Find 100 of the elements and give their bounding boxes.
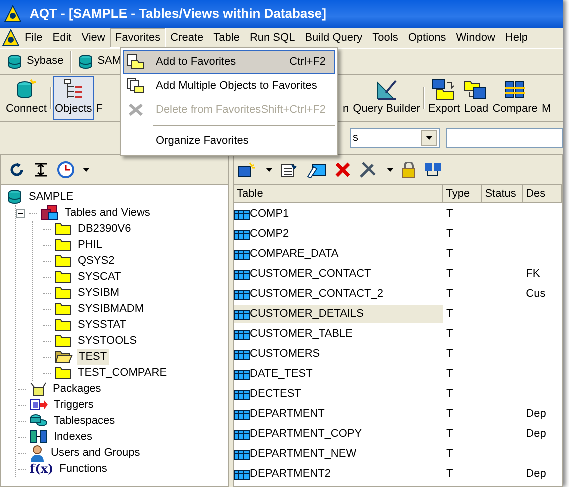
table-icon [234, 288, 250, 300]
table-name-cell[interactable]: CUSTOMER_CONTACT_2 [234, 285, 444, 303]
folder-icon [55, 318, 72, 332]
table-name-cell[interactable]: CUSTOMER_TABLE [234, 325, 444, 343]
menu-item[interactable]: Table [208, 28, 245, 48]
table-icon [234, 228, 250, 240]
relationship-icon [424, 162, 442, 178]
table-name-cell[interactable]: CUSTOMERS [234, 345, 444, 363]
tree-item[interactable]: QSYS2 [76, 253, 117, 269]
table-cell-text: T [446, 267, 454, 282]
table-name-cell[interactable]: DEPARTMENT [234, 405, 444, 423]
table-name-cell[interactable]: COMPARE_DATA [234, 245, 444, 263]
menu-item[interactable]: Options [403, 28, 452, 48]
toolbar-button[interactable]: M [540, 76, 554, 120]
table-name-cell[interactable]: DEPARTMENT_NEW [234, 445, 444, 463]
table-cell-text: Dep [526, 427, 546, 442]
column-header[interactable]: Des [523, 185, 562, 203]
menu-item[interactable]: Add to Favorites Ctrl+F2 [123, 50, 335, 74]
tree-item[interactable]: SYSIBM [76, 285, 122, 301]
menu-item[interactable]: Add Multiple Objects to Favorites [123, 74, 335, 98]
tree-item[interactable]: SYSSTAT [76, 317, 128, 333]
collapse-icon [33, 162, 49, 178]
table-cell-text: T [446, 387, 454, 402]
menu-item[interactable]: File [20, 28, 48, 48]
table-icon [234, 308, 250, 320]
tree-item[interactable]: SYSCAT [76, 269, 124, 285]
combo-box[interactable]: s [350, 128, 440, 148]
tree-item[interactable]: Packages [51, 381, 104, 397]
table-name-cell[interactable]: DATE_TEST [234, 365, 444, 383]
toolbar-button[interactable]: Compare [490, 76, 540, 120]
caret-icon [387, 168, 394, 172]
menu-item[interactable]: Favorites [110, 28, 166, 48]
table-name-cell[interactable]: COMP2 [234, 225, 444, 243]
tree-item[interactable]: Triggers [52, 397, 96, 413]
table-icon [234, 368, 250, 380]
folder-icon [55, 254, 72, 268]
menu-item[interactable]: Organize Favorites [123, 129, 335, 153]
menu-item[interactable]: View [76, 28, 110, 48]
menu-item[interactable]: Window [451, 28, 500, 48]
table-name-cell[interactable]: CUSTOMER_CONTACT [234, 265, 444, 283]
toolbar-button[interactable]: Objects [52, 76, 94, 120]
table-cell-text: T [446, 427, 454, 442]
table-name-cell[interactable]: CUSTOMER_DETAILS [234, 305, 444, 323]
toolbar-button[interactable]: n [341, 76, 352, 120]
menu-item[interactable]: Tools [368, 28, 404, 48]
folder-icon [55, 222, 72, 236]
table-name-cell[interactable]: DECTEST [234, 385, 444, 403]
table-name-cell[interactable]: COMP1 [234, 205, 444, 223]
column-header[interactable]: Status [482, 185, 524, 203]
menu-item[interactable]: Help [500, 28, 534, 48]
toolbar-button[interactable]: F [94, 76, 106, 120]
properties-icon [281, 162, 300, 178]
menu-item[interactable]: Edit [48, 28, 77, 48]
toolbar-button[interactable]: Connect [4, 76, 49, 120]
menu-item[interactable]: Create [166, 28, 209, 48]
table-name-cell[interactable]: DEPARTMENT_COPY [234, 425, 444, 443]
app-logo-icon [4, 5, 22, 23]
tree-item[interactable]: TEST [77, 349, 110, 365]
lock-icon [402, 162, 416, 178]
table-icon [234, 448, 250, 460]
table-cell-text: T [446, 347, 454, 362]
tree-item[interactable]: SAMPLE [27, 189, 76, 205]
database-icon [78, 54, 94, 70]
refresh-icon [9, 162, 25, 178]
tree-item[interactable]: Tablespaces [52, 413, 118, 429]
open-folder-icon [55, 350, 73, 364]
text-field[interactable] [446, 128, 563, 148]
triangle-ruler-icon [376, 78, 398, 100]
tree-item[interactable]: TEST_COMPARE [76, 365, 170, 381]
folder-icon [55, 286, 72, 300]
menu-item[interactable]: Run SQL [244, 28, 300, 48]
tree-item[interactable]: Users and Groups [49, 445, 142, 461]
table-cell-text: T [446, 367, 454, 382]
column-header[interactable]: Table [234, 185, 444, 203]
copy-favorites-icon [127, 78, 145, 94]
tree-item[interactable]: Indexes [52, 429, 95, 445]
menu-item[interactable]: Build Query [300, 28, 368, 48]
table-cell-text: T [446, 467, 454, 482]
table-name-cell[interactable]: DEPARTMENT2 [234, 465, 444, 483]
toolbar-button[interactable]: Load [462, 76, 491, 120]
expander-icon[interactable] [16, 208, 25, 218]
toolbar-button[interactable]: Export [426, 76, 462, 120]
table-icon [234, 348, 250, 360]
tree-item[interactable]: SYSIBMADM [76, 301, 146, 317]
table-cell-text: T [446, 407, 454, 422]
export-icon [432, 78, 456, 100]
tree-item[interactable]: SYSTOOLS [76, 333, 140, 349]
folder-icon [55, 302, 72, 316]
delete-icon [335, 162, 352, 178]
tables-icon [41, 205, 59, 221]
tree-item[interactable]: PHIL [76, 237, 104, 253]
tablespace-icon [30, 413, 48, 429]
package-icon [30, 382, 47, 396]
connection-button[interactable]: Sybase [4, 51, 67, 72]
column-header[interactable]: Type [443, 185, 482, 203]
toolbar-button[interactable]: Query Builder [351, 76, 422, 120]
tree-item[interactable]: Functions [58, 461, 110, 477]
tree-item[interactable]: Tables and Views [63, 205, 152, 221]
tree-item[interactable]: DB2390V6 [76, 221, 134, 237]
table-cell-text: Cus [526, 287, 546, 302]
